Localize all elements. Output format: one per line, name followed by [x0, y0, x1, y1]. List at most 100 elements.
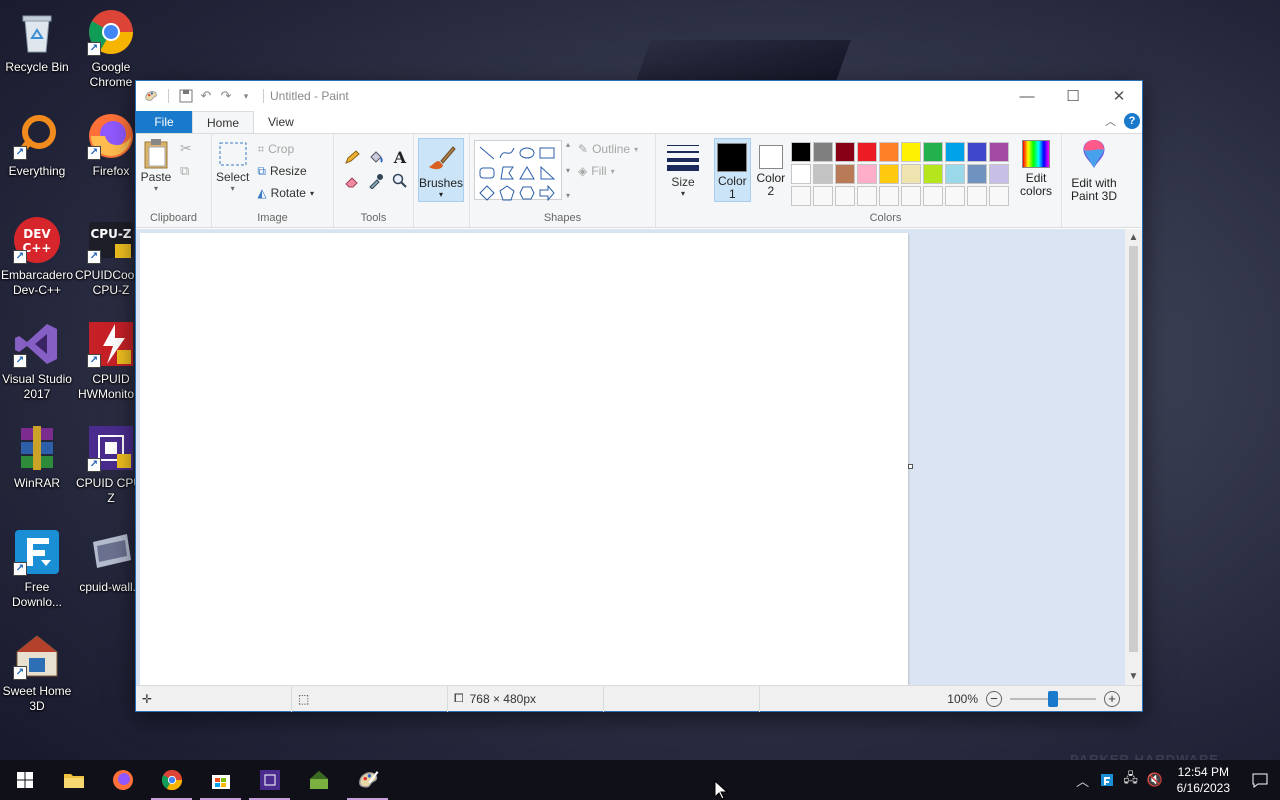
- palette-swatch[interactable]: [857, 164, 878, 184]
- palette-swatch[interactable]: [813, 164, 834, 184]
- line-shape-icon[interactable]: [477, 143, 497, 163]
- action-center-button[interactable]: [1240, 772, 1280, 788]
- desktop-icon-winrar[interactable]: WinRAR: [0, 424, 74, 491]
- palette-swatch[interactable]: [989, 164, 1010, 184]
- palette-swatch[interactable]: [791, 186, 812, 206]
- tray-overflow-chevron-icon[interactable]: ︿: [1071, 771, 1095, 790]
- right-triangle-shape-icon[interactable]: [537, 163, 557, 183]
- tray-app-icon[interactable]: [1095, 773, 1119, 787]
- customize-qa-icon[interactable]: ▾: [239, 89, 253, 103]
- tab-view[interactable]: View: [254, 111, 308, 133]
- canvas-resize-handle-right[interactable]: [908, 464, 913, 469]
- palette-swatch[interactable]: [901, 186, 922, 206]
- palette-swatch[interactable]: [923, 186, 944, 206]
- oval-shape-icon[interactable]: [517, 143, 537, 163]
- outline-button[interactable]: ✎ Outline ▾: [578, 138, 638, 160]
- palette-swatch[interactable]: [813, 142, 834, 162]
- scroll-thumb[interactable]: [1129, 246, 1138, 652]
- palette-swatch[interactable]: [813, 186, 834, 206]
- palette-swatch[interactable]: [857, 186, 878, 206]
- rotate-button[interactable]: ◭ Rotate ▾: [257, 182, 314, 204]
- palette-swatch[interactable]: [835, 142, 856, 162]
- arrow-shape-icon[interactable]: [537, 183, 557, 203]
- taskbar-firefox[interactable]: [98, 760, 147, 800]
- tab-home[interactable]: Home: [192, 111, 255, 133]
- curve-shape-icon[interactable]: [497, 143, 517, 163]
- palette-swatch[interactable]: [879, 142, 900, 162]
- palette-swatch[interactable]: [967, 142, 988, 162]
- palette-swatch[interactable]: [791, 164, 812, 184]
- palette-swatch[interactable]: [967, 186, 988, 206]
- taskbar-microsoft-store[interactable]: [196, 760, 245, 800]
- diamond-shape-icon[interactable]: [477, 183, 497, 203]
- pencil-icon[interactable]: [340, 146, 364, 168]
- resize-button[interactable]: ⧉ Resize: [257, 160, 314, 182]
- palette-swatch[interactable]: [945, 186, 966, 206]
- network-icon[interactable]: 🖧: [1119, 769, 1143, 791]
- tab-file[interactable]: File: [136, 111, 192, 133]
- palette-swatch[interactable]: [923, 164, 944, 184]
- minimize-button[interactable]: —: [1004, 81, 1050, 111]
- palette-swatch[interactable]: [857, 142, 878, 162]
- edit-with-paint3d-button[interactable]: Edit with Paint 3D: [1066, 138, 1122, 203]
- text-tool-icon[interactable]: A: [388, 146, 412, 168]
- edit-colors-button[interactable]: Edit colors: [1015, 138, 1057, 202]
- zoom-slider-knob[interactable]: [1048, 690, 1058, 707]
- paste-dropdown-icon[interactable]: ▾: [154, 184, 158, 193]
- cut-icon[interactable]: ✂: [180, 140, 192, 157]
- shapes-scroll-up-icon[interactable]: ▴: [566, 140, 570, 149]
- palette-swatch[interactable]: [945, 142, 966, 162]
- shapes-scroll-down-icon[interactable]: ▾: [566, 166, 570, 175]
- desktop-icon-sweet-home-3d[interactable]: ↗ Sweet Home 3D: [0, 632, 74, 714]
- scroll-up-icon[interactable]: ▲: [1125, 229, 1142, 246]
- taskbar-clock[interactable]: 12:54 PM 6/16/2023: [1167, 764, 1240, 796]
- taskbar-sweet-home-3d[interactable]: [294, 760, 343, 800]
- palette-swatch[interactable]: [989, 142, 1010, 162]
- rounded-rectangle-shape-icon[interactable]: [477, 163, 497, 183]
- rectangle-shape-icon[interactable]: [537, 143, 557, 163]
- palette-swatch[interactable]: [923, 142, 944, 162]
- zoom-slider[interactable]: [1010, 686, 1096, 712]
- start-button[interactable]: [0, 760, 49, 800]
- magnifier-icon[interactable]: [388, 170, 412, 192]
- palette-swatch[interactable]: [901, 164, 922, 184]
- select-button[interactable]: Select ▾: [216, 138, 249, 204]
- title-bar[interactable]: ↶ ↷ ▾ Untitled - Paint — ☐ ✕: [136, 81, 1142, 111]
- redo-icon[interactable]: ↷: [219, 88, 233, 103]
- maximize-button[interactable]: ☐: [1050, 81, 1096, 111]
- volume-muted-icon[interactable]: 🔇: [1143, 772, 1167, 788]
- taskbar-paint[interactable]: [343, 760, 392, 800]
- palette-swatch[interactable]: [989, 186, 1010, 206]
- desktop-icon-devcpp[interactable]: DEV C++ ↗ Embarcadero Dev-C++: [0, 216, 74, 298]
- palette-swatch[interactable]: [835, 186, 856, 206]
- collapse-ribbon-icon[interactable]: ︿: [1105, 113, 1116, 129]
- palette-swatch[interactable]: [835, 164, 856, 184]
- color-picker-icon[interactable]: [364, 170, 388, 192]
- paste-button[interactable]: Paste ▾: [140, 138, 172, 193]
- scroll-down-icon[interactable]: ▼: [1125, 668, 1142, 685]
- paint-app-icon[interactable]: [144, 89, 158, 103]
- triangle-shape-icon[interactable]: [517, 163, 537, 183]
- desktop-icon-visual-studio[interactable]: ↗ Visual Studio 2017: [0, 320, 74, 402]
- polygon-shape-icon[interactable]: [497, 163, 517, 183]
- undo-icon[interactable]: ↶: [199, 88, 213, 103]
- palette-swatch[interactable]: [879, 186, 900, 206]
- drawing-canvas[interactable]: [140, 233, 908, 685]
- copy-icon[interactable]: ⧉: [180, 163, 192, 179]
- zoom-in-button[interactable]: +: [1104, 690, 1120, 707]
- taskbar-file-explorer[interactable]: [49, 760, 98, 800]
- vertical-scrollbar[interactable]: ▲ ▼: [1125, 229, 1142, 685]
- taskbar-chrome[interactable]: [147, 760, 196, 800]
- fill-bucket-icon[interactable]: [364, 146, 388, 168]
- desktop-icon-recycle-bin[interactable]: Recycle Bin: [0, 8, 74, 75]
- color2-selector[interactable]: Color 2: [753, 138, 789, 202]
- desktop-icon-everything[interactable]: ↗ Everything: [0, 112, 74, 179]
- palette-swatch[interactable]: [791, 142, 812, 162]
- select-dropdown-icon[interactable]: ▾: [231, 184, 235, 193]
- save-icon[interactable]: [179, 89, 193, 103]
- fill-button[interactable]: ◈ Fill ▾: [578, 160, 638, 182]
- palette-swatch[interactable]: [901, 142, 922, 162]
- palette-swatch[interactable]: [967, 164, 988, 184]
- desktop-icon-chrome[interactable]: ↗ Google Chrome: [74, 8, 148, 90]
- hexagon-shape-icon[interactable]: [517, 183, 537, 203]
